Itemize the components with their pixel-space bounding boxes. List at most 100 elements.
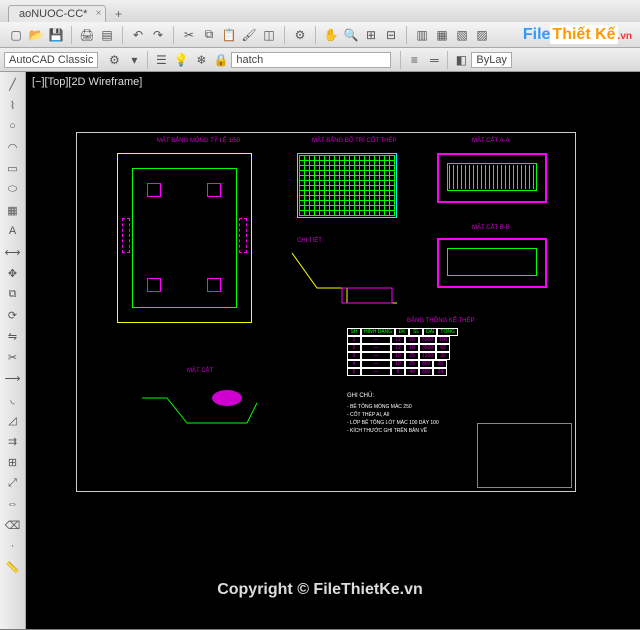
measure-icon[interactable]: 📏 — [4, 559, 22, 575]
th: TỔNG — [437, 328, 457, 336]
plan-side1 — [122, 218, 130, 253]
title-rebar: MẶT BẰNG BỐ TRÍ CỐT THÉP — [312, 138, 397, 144]
logo-part1: File — [523, 26, 551, 43]
detail-section — [287, 248, 407, 308]
bottom-section — [137, 378, 277, 438]
table-header-row: SH HÌNH DẠNG ĐK SL DÀI TỔNG — [347, 328, 458, 336]
drawing-frame: MẶT BẰNG MÓNG TỶ LỆ 1/50 MẶT BẰNG BỐ TRÍ… — [76, 132, 576, 492]
layer-props-icon[interactable]: ☰ — [152, 51, 170, 69]
stretch-icon[interactable]: ⇔ — [4, 496, 22, 512]
extend-icon[interactable]: ⟶ — [4, 370, 22, 386]
workspace-dropdown[interactable]: AutoCAD Classic — [4, 52, 98, 68]
table-row: 1—12205000100 — [347, 336, 458, 344]
zoom-ext-icon[interactable]: 🔍 — [342, 26, 360, 44]
gear-icon[interactable]: ⚙ — [105, 51, 123, 69]
new-tab-button[interactable]: + — [110, 6, 126, 22]
title-sec2: MẶT CẮT B-B — [472, 225, 510, 231]
cut-icon[interactable]: ✂ — [180, 26, 198, 44]
title-table: BẢNG THỐNG KÊ THÉP — [407, 318, 474, 324]
style-dropdown[interactable]: ByLay — [471, 52, 512, 68]
palette-icon[interactable]: ▧ — [453, 26, 471, 44]
chamfer-icon[interactable]: ◿ — [4, 412, 22, 428]
scale-icon[interactable]: ⤢ — [4, 475, 22, 491]
file-tab-label: aoNUOC-CC* — [19, 8, 87, 20]
canvas-area: ╱ ⌇ ○ ◠ ▭ ⬭ ▦ A ⟷ ✥ ⧉ ⟳ ⇋ ✂ ⟶ ◟ ◿ ⇉ ⊞ ⤢ … — [0, 72, 640, 629]
ws-save-icon[interactable]: ▾ — [125, 51, 143, 69]
title-block — [477, 423, 572, 488]
undo-icon[interactable]: ↶ — [129, 26, 147, 44]
sec1-bars — [449, 165, 535, 189]
line-icon[interactable]: ╱ — [4, 76, 22, 92]
lineweight-icon[interactable]: ═ — [425, 51, 443, 69]
offset-icon[interactable]: ⇉ — [4, 433, 22, 449]
file-tab-bar: aoNUOC-CC* × + — [0, 0, 640, 22]
paste-icon[interactable]: 📋 — [220, 26, 238, 44]
logo-part3: .vn — [618, 31, 632, 42]
plan-col1 — [147, 183, 161, 197]
rect-icon[interactable]: ▭ — [4, 160, 22, 176]
table-row: 5—84060024 — [347, 368, 458, 376]
plan-col2 — [207, 183, 221, 197]
view-label[interactable]: [−][Top][2D Wireframe] — [32, 76, 142, 88]
sheet-icon[interactable]: ▥ — [413, 26, 431, 44]
copy2-icon[interactable]: ⧉ — [4, 286, 22, 302]
note-line: - CỐT THÉP AI, AII — [347, 411, 439, 419]
move-icon[interactable]: ✥ — [4, 265, 22, 281]
plan-col3 — [147, 278, 161, 292]
file-tab-active[interactable]: aoNUOC-CC* × — [8, 5, 106, 22]
plan-side2 — [239, 218, 247, 253]
layer-freeze-icon[interactable]: ❄ — [192, 51, 210, 69]
zoom-win-icon[interactable]: ⊞ — [362, 26, 380, 44]
plot-icon[interactable]: ▤ — [98, 26, 116, 44]
table-row: 3—1025120030 — [347, 352, 458, 360]
fillet-icon[interactable]: ◟ — [4, 391, 22, 407]
rebar-table: SH HÌNH DẠNG ĐK SL DÀI TỔNG 1—1220500010… — [347, 328, 458, 376]
save-icon[interactable]: 💾 — [47, 26, 65, 44]
th: SL — [409, 328, 423, 336]
dim-icon[interactable]: ⟷ — [4, 244, 22, 260]
title-plan: MẶT BẰNG MÓNG TỶ LỆ 1/50 — [157, 138, 240, 144]
copy-icon[interactable]: ⧉ — [200, 26, 218, 44]
polyline-icon[interactable]: ⌇ — [4, 97, 22, 113]
hatch-icon[interactable]: ▦ — [4, 202, 22, 218]
point-icon[interactable]: · — [4, 538, 22, 554]
layer-on-icon[interactable]: 💡 — [172, 51, 190, 69]
linetype-icon[interactable]: ≡ — [405, 51, 423, 69]
model-space[interactable]: [−][Top][2D Wireframe] MẶT BẰNG MÓNG TỶ … — [26, 72, 640, 629]
table-row: 4—102580020 — [347, 360, 458, 368]
props-icon[interactable]: ▦ — [433, 26, 451, 44]
logo-watermark: FileThiết Kế.vn — [523, 26, 632, 44]
close-icon[interactable]: × — [96, 8, 102, 19]
pan-icon[interactable]: ✋ — [322, 26, 340, 44]
print-icon[interactable]: 🖨 — [78, 26, 96, 44]
more-icon[interactable]: ▨ — [473, 26, 491, 44]
erase-icon[interactable]: ⌫ — [4, 517, 22, 533]
arc-icon[interactable]: ◠ — [4, 139, 22, 155]
th: HÌNH DẠNG — [361, 328, 395, 336]
block-icon[interactable]: ◫ — [260, 26, 278, 44]
new-icon[interactable]: ▢ — [7, 26, 25, 44]
match-icon[interactable]: 🖌 — [240, 26, 258, 44]
array-icon[interactable]: ⊞ — [4, 454, 22, 470]
note-line: - BÊ TÔNG MÓNG MÁC 250 — [347, 403, 439, 411]
title-sec1: MẶT CẮT A-A — [472, 138, 509, 144]
draw-toolbox: ╱ ⌇ ○ ◠ ▭ ⬭ ▦ A ⟷ ✥ ⧉ ⟳ ⇋ ✂ ⟶ ◟ ◿ ⇉ ⊞ ⤢ … — [0, 72, 26, 629]
text-icon[interactable]: A — [4, 223, 22, 239]
sec2-inner — [447, 248, 537, 276]
rotate-icon[interactable]: ⟳ — [4, 307, 22, 323]
th: SH — [347, 328, 361, 336]
th: ĐK — [395, 328, 409, 336]
redo-icon[interactable]: ↷ — [149, 26, 167, 44]
title-small: MẶT CẮT — [187, 368, 213, 374]
circle-icon[interactable]: ○ — [4, 118, 22, 134]
color-icon[interactable]: ◧ — [452, 51, 470, 69]
zoom-prev-icon[interactable]: ⊟ — [382, 26, 400, 44]
ellipse-icon[interactable]: ⬭ — [4, 181, 22, 197]
open-icon[interactable]: 📂 — [27, 26, 45, 44]
mirror-icon[interactable]: ⇋ — [4, 328, 22, 344]
rebar-grid — [299, 155, 395, 216]
layer-lock-icon[interactable]: 🔒 — [212, 51, 230, 69]
tool-icon[interactable]: ⚙ — [291, 26, 309, 44]
trim-icon[interactable]: ✂ — [4, 349, 22, 365]
layer-dropdown[interactable]: hatch — [231, 52, 391, 68]
